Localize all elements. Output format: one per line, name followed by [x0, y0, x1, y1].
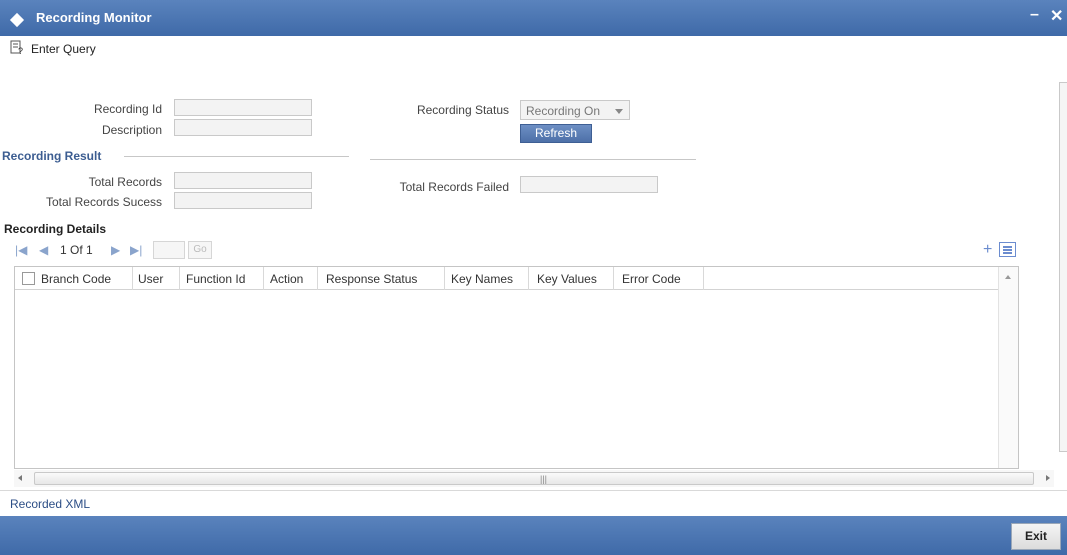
- select-all-checkbox[interactable]: [22, 272, 35, 285]
- list-view-icon[interactable]: [999, 242, 1016, 257]
- separator: [124, 156, 349, 157]
- svg-text:?: ?: [18, 46, 23, 55]
- recording-result-title: Recording Result: [2, 149, 102, 163]
- footer-bar: Exit: [0, 516, 1067, 555]
- recording-id-label: Recording Id: [93, 102, 162, 116]
- window-title: Recording Monitor: [36, 10, 152, 25]
- chevron-down-icon: [615, 109, 623, 114]
- page-number-input[interactable]: [153, 241, 185, 259]
- separator: [370, 159, 696, 160]
- toolbar: ? Enter Query: [0, 36, 1067, 62]
- total-records-label: Total Records: [88, 175, 162, 189]
- go-button[interactable]: Go: [188, 241, 212, 259]
- total-records-success-field: [174, 192, 312, 209]
- page-scrollbar[interactable]: [1057, 62, 1067, 467]
- enter-query-button[interactable]: Enter Query: [31, 42, 96, 56]
- column-header[interactable]: Key Values: [537, 272, 597, 286]
- description-input[interactable]: [174, 119, 312, 136]
- add-row-icon[interactable]: +: [983, 242, 996, 258]
- app-diamond-icon: [9, 12, 25, 28]
- scroll-left-icon[interactable]: [18, 475, 22, 481]
- scroll-right-icon[interactable]: [1046, 475, 1050, 481]
- column-header[interactable]: Response Status: [326, 272, 417, 286]
- column-header[interactable]: Function Id: [186, 272, 245, 286]
- title-bar: Recording Monitor – ✕: [0, 0, 1067, 36]
- grid-horizontal-scrollbar[interactable]: |||: [14, 470, 1054, 487]
- recording-details-title: Recording Details: [4, 222, 107, 236]
- recording-details-grid: Branch Code User Function Id Action Resp…: [14, 266, 1019, 469]
- column-header[interactable]: Action: [270, 272, 303, 286]
- horizontal-scroll-thumb[interactable]: |||: [34, 472, 1034, 485]
- column-header[interactable]: Key Names: [451, 272, 513, 286]
- total-records-field: [174, 172, 312, 189]
- scroll-up-icon[interactable]: [1005, 275, 1011, 279]
- last-page-icon[interactable]: ▶|: [130, 243, 142, 257]
- prev-page-icon[interactable]: ◀: [39, 243, 48, 257]
- total-records-failed-field: [520, 176, 658, 193]
- close-button[interactable]: ✕: [1050, 6, 1063, 26]
- minimize-button[interactable]: –: [1030, 6, 1039, 24]
- recorded-xml-link[interactable]: Recorded XML: [10, 497, 90, 511]
- description-label: Description: [101, 123, 162, 137]
- first-page-icon[interactable]: |◀: [15, 243, 27, 257]
- page-indicator: 1 Of 1: [60, 243, 93, 257]
- grip-icon: |||: [540, 474, 548, 484]
- recording-id-input[interactable]: [174, 99, 312, 116]
- column-header[interactable]: Error Code: [622, 272, 681, 286]
- refresh-button[interactable]: Refresh: [520, 124, 592, 143]
- page-scrollbar-thumb[interactable]: [1059, 82, 1067, 452]
- total-records-success-label: Total Records Sucess: [45, 195, 162, 209]
- exit-button[interactable]: Exit: [1011, 523, 1061, 550]
- grid-header: Branch Code User Function Id Action Resp…: [15, 267, 998, 290]
- recording-status-select[interactable]: Recording On: [520, 100, 630, 120]
- recording-status-label: Recording Status: [416, 103, 509, 117]
- column-header[interactable]: Branch Code: [41, 272, 111, 286]
- grid-vertical-scrollbar[interactable]: [998, 267, 1018, 468]
- column-header[interactable]: User: [138, 272, 163, 286]
- total-records-failed-label: Total Records Failed: [399, 180, 509, 194]
- recording-status-value: Recording On: [526, 104, 601, 118]
- next-page-icon[interactable]: ▶: [111, 243, 120, 257]
- enter-query-icon[interactable]: ?: [10, 40, 24, 55]
- footer-links: Recorded XML: [0, 490, 1067, 516]
